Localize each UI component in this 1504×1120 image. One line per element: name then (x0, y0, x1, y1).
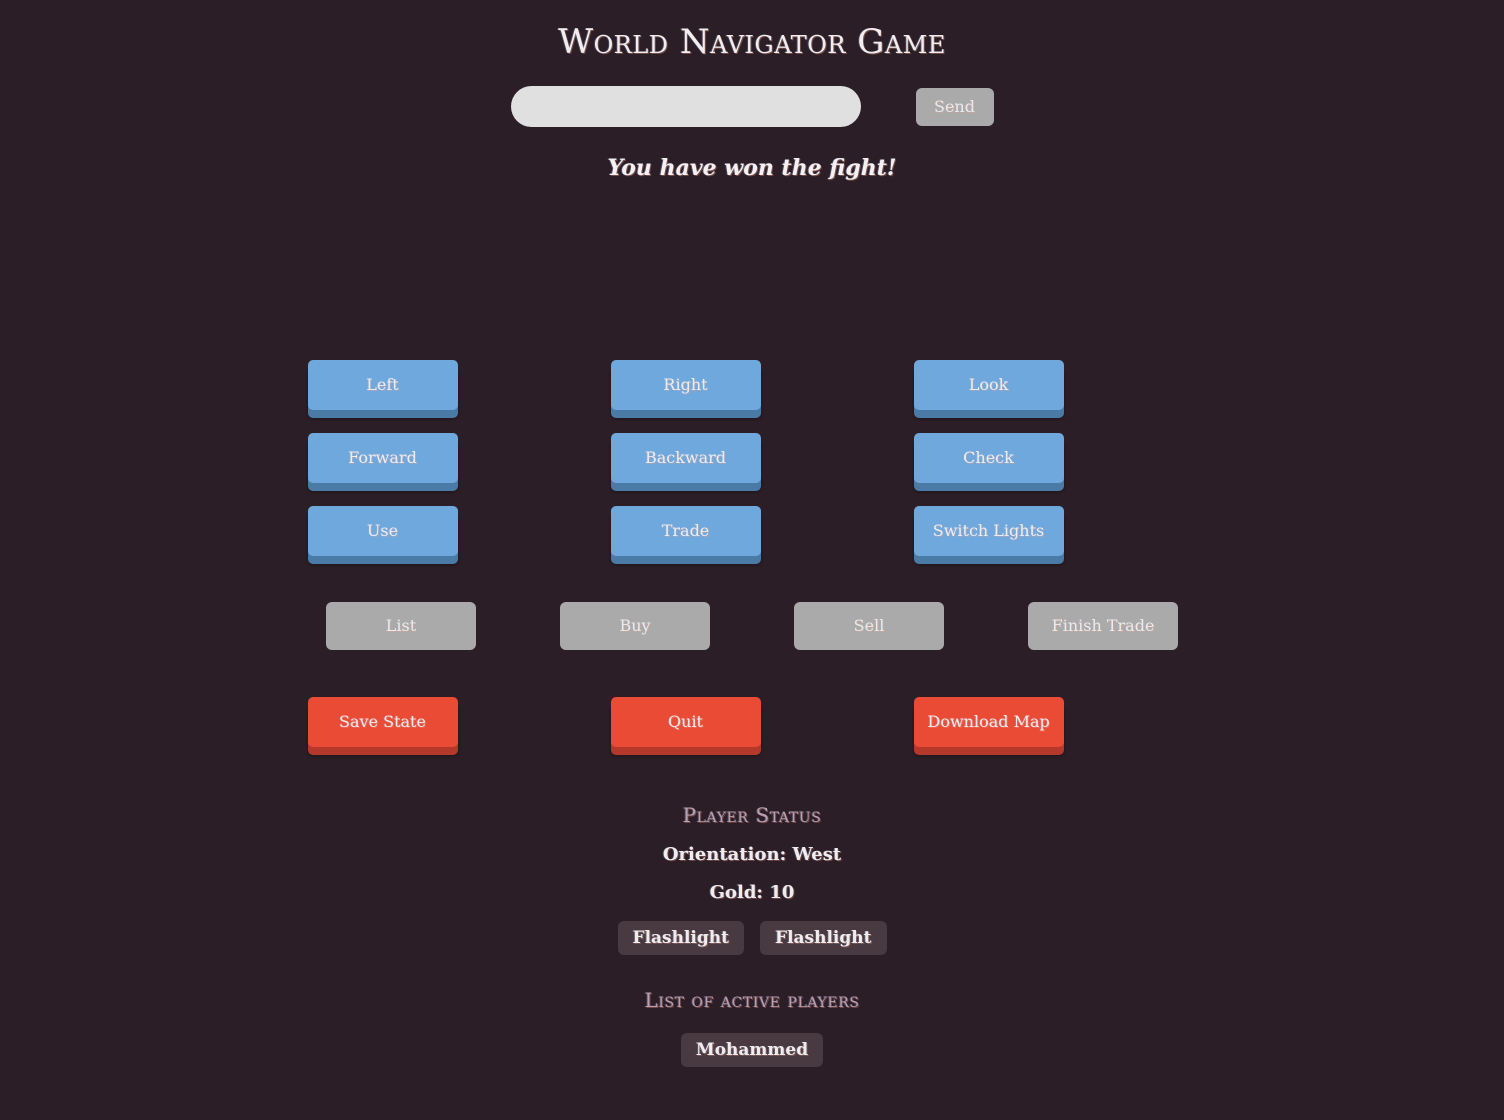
quit-button[interactable]: Quit (610, 697, 761, 747)
player-status-heading: Player Status (682, 803, 822, 827)
send-button[interactable]: Send (915, 87, 994, 126)
grid-cell: Check (904, 433, 1207, 483)
action-button-forward[interactable]: Forward (307, 433, 458, 483)
command-bar: Send (0, 86, 1504, 127)
download-map-button[interactable]: Download Map (913, 697, 1064, 747)
inventory-item[interactable]: Flashlight (760, 921, 887, 955)
action-button-trade[interactable]: Trade (610, 506, 761, 556)
grid-cell: Forward (298, 433, 601, 483)
action-button-backward[interactable]: Backward (610, 433, 761, 483)
game-message: You have won the fight! (607, 155, 897, 181)
action-button-right[interactable]: Right (610, 360, 761, 410)
inventory-item[interactable]: Flashlight (617, 921, 744, 955)
action-button-switch-lights[interactable]: Switch Lights (913, 506, 1064, 556)
active-players-section: List of active players Mohammed (0, 988, 1504, 1067)
system-button-row: Save State Quit Download Map (0, 697, 1504, 747)
orientation-status: Orientation: West (662, 844, 842, 865)
grid-cell: Download Map (904, 697, 1207, 747)
active-players-list: Mohammed (0, 1012, 1504, 1067)
nav-button-row: Use Trade Switch Lights (0, 506, 1504, 556)
grid-cell: Right (601, 360, 904, 410)
active-players-heading: List of active players (644, 988, 860, 1012)
trade-button-buy[interactable]: Buy (560, 602, 710, 650)
inventory-list: Flashlight Flashlight (0, 903, 1504, 955)
grid-cell: Look (904, 360, 1207, 410)
trade-button-list[interactable]: List (326, 602, 476, 650)
nav-button-row: Forward Backward Check (0, 433, 1504, 483)
save-state-button[interactable]: Save State (307, 697, 458, 747)
action-button-use[interactable]: Use (307, 506, 458, 556)
grid-cell: Backward (601, 433, 904, 483)
grid-cell: Switch Lights (904, 506, 1207, 556)
command-input[interactable] (510, 86, 861, 127)
action-button-left[interactable]: Left (307, 360, 458, 410)
grid-cell: Use (298, 506, 601, 556)
action-button-check[interactable]: Check (913, 433, 1064, 483)
nav-button-row: Left Right Look (0, 360, 1504, 410)
grid-cell: Left (298, 360, 601, 410)
action-button-grid: Left Right Look Forward Backward Check U… (0, 360, 1504, 579)
grid-cell: Quit (601, 697, 904, 747)
player-status-section: Player Status Orientation: West Gold: 10… (0, 803, 1504, 955)
page-title: World Navigator Game (558, 22, 946, 62)
gold-status: Gold: 10 (709, 882, 795, 903)
active-player-item[interactable]: Mohammed (680, 1033, 824, 1067)
grid-cell: Trade (601, 506, 904, 556)
grid-cell: Save State (298, 697, 601, 747)
trade-button-sell[interactable]: Sell (794, 602, 944, 650)
action-button-look[interactable]: Look (913, 360, 1064, 410)
trade-button-row: List Buy Sell Finish Trade (0, 602, 1504, 650)
trade-button-finish-trade[interactable]: Finish Trade (1028, 602, 1178, 650)
